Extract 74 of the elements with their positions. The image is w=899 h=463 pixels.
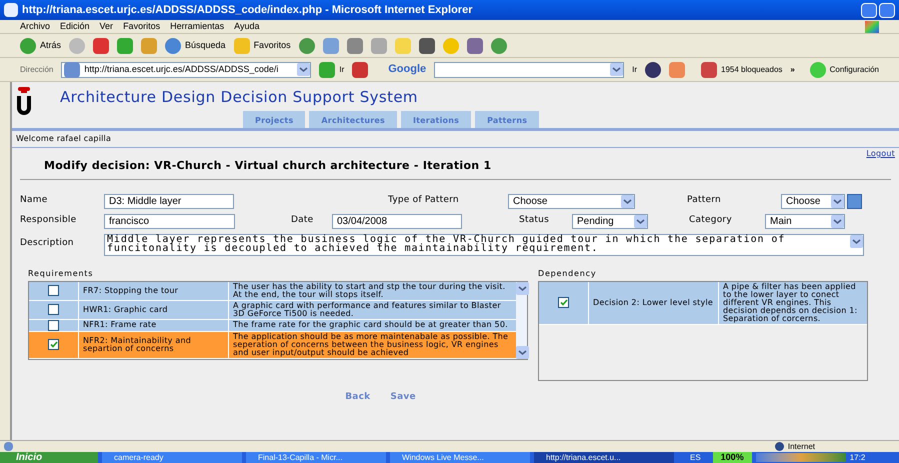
- window-title: http://triana.escet.urjc.es/ADDSS/ADDSS_code/index.php - Microsoft Internet Explorer: [22, 2, 472, 18]
- google-label: Google: [388, 62, 426, 78]
- menu-item[interactable]: Ver: [100, 20, 114, 34]
- taskbar-button[interactable]: Windows Live Messe...: [390, 452, 530, 463]
- google-go-button[interactable]: Ir: [632, 64, 638, 76]
- menu-item[interactable]: Herramientas: [170, 20, 224, 34]
- logout-link[interactable]: Logout: [866, 148, 899, 160]
- table-cell: HWR1: Graphic card: [83, 306, 168, 314]
- date-field[interactable]: 03/04/2008: [332, 214, 462, 228]
- field-label: Pattern: [687, 194, 722, 208]
- table-cell-text: NFR2: Maintainability and separtion of concerns: [83, 336, 192, 352]
- more-button[interactable]: »: [790, 64, 795, 76]
- field-label: Type of Pattern: [388, 194, 460, 208]
- field-label: Name: [20, 194, 48, 208]
- pattern-dropdown[interactable]: Choose: [781, 194, 845, 208]
- settings-button[interactable]: Configuración: [810, 62, 879, 78]
- table-row[interactable]: Decision 2: Lower level style A pipe & filter has been applied to the lower layer to conect different VR engines. This decision depends on decision 1: Separation of corcerns.: [539, 282, 867, 324]
- favorites-button[interactable]: Favoritos: [234, 38, 291, 54]
- table-cell: The frame rate for the graphic card should be at greater than 50.: [233, 320, 508, 328]
- table-cell: NFR1: Frame rate: [83, 321, 156, 329]
- taskbar-button[interactable]: camera-ready: [102, 452, 242, 463]
- page-heading: Modify decision: VR-Church - Virtual church architecture - Iteration 1: [43, 158, 492, 174]
- table-cell: A pipe & filter has been applied to the lower layer to conect different VR engines. This decision depends on decision 1: Separation of corcerns.: [723, 282, 858, 322]
- table-row[interactable]: [29, 332, 516, 358]
- address-field[interactable]: http://triana.escet.urjc.es/ADDSS/ADDSS_code/i: [61, 62, 312, 78]
- table-row[interactable]: HWR1: Graphic card A graphic card with performance and features similar to Blaster 3D GeForce Ti500 is needed.: [29, 300, 516, 320]
- table-row[interactable]: FR7: Stopping the tour The user has the ability to start and stp the tour during the visit. At the end, the tour will stops itself.: [29, 282, 516, 300]
- table-cell: The user has the ability to start and stp the tour during the visit. At the end, the tour will stops itself.: [233, 282, 506, 298]
- zone-indicator: Internet: [774, 440, 815, 452]
- table-row[interactable]: NFR1: Frame rate The frame rate for the graphic card should be at greater than 50.: [29, 320, 516, 332]
- checkbox[interactable]: [48, 320, 59, 330]
- address-label: Dirección: [20, 64, 54, 76]
- checkbox[interactable]: [48, 304, 59, 315]
- status-dropdown[interactable]: Pending: [572, 214, 648, 228]
- popup-blocker-button[interactable]: 1954 bloqueados: [701, 62, 782, 78]
- menu-item[interactable]: Ayuda: [234, 20, 260, 34]
- table-cell: Decision 2: Lower level style: [593, 298, 713, 306]
- menu-item[interactable]: Archivo: [20, 20, 50, 34]
- clock: 17:2: [850, 452, 866, 463]
- welcome-text: Welcome rafael capilla: [15, 133, 112, 145]
- category-dropdown[interactable]: Main: [765, 214, 845, 228]
- language-indicator: ES: [690, 452, 701, 463]
- field-label: Description: [20, 236, 75, 250]
- field-label: Responsible: [20, 214, 78, 228]
- checkbox[interactable]: [48, 339, 59, 350]
- checkbox[interactable]: [48, 285, 59, 296]
- description-field[interactable]: Middle layer represents the business logic of the VR-Church guided tour in which the separation of funcitonality is decoupled to achieved the maintainability requirement.: [104, 234, 864, 256]
- section-title: Dependency: [538, 268, 598, 280]
- scrollbar[interactable]: [516, 282, 527, 358]
- field-label: Date: [291, 214, 314, 228]
- pattern-type-dropdown[interactable]: Choose: [508, 194, 635, 208]
- go-button[interactable]: Ir: [319, 62, 344, 78]
- field-label: Status: [519, 214, 550, 228]
- taskbar-button[interactable]: http://triana.escet.u...: [534, 452, 674, 463]
- minimize-button[interactable]: [861, 2, 877, 18]
- google-search-field[interactable]: [434, 62, 624, 78]
- field-label: Category: [689, 214, 733, 228]
- menu-item[interactable]: Edición: [60, 20, 90, 34]
- maximize-button[interactable]: [879, 2, 895, 18]
- taskbar-button[interactable]: Final-13-Capilla - Micr...: [246, 452, 386, 463]
- table-cell: The application should be as more maintenabale as possible. The seperation of concerns between the business logic, VR engines and user input/output should be achieved: [233, 332, 508, 356]
- search-button[interactable]: Búsqueda: [165, 38, 226, 54]
- menu-item[interactable]: Favoritos: [123, 20, 160, 34]
- checkbox[interactable]: [558, 297, 569, 308]
- back-button[interactable]: Atrás: [20, 38, 62, 54]
- name-field[interactable]: D3: Middle layer: [104, 194, 234, 208]
- table-cell: A graphic card with performance and features similar to Blaster 3D GeForce Ti500 is needed.: [233, 300, 501, 318]
- responsible-field[interactable]: francisco: [104, 214, 235, 228]
- app-title: Architecture Design Decision Support System: [60, 87, 418, 108]
- section-title: Requirements: [28, 268, 94, 280]
- zoom-level: 100%: [712, 452, 752, 463]
- university-logo: [16, 86, 32, 116]
- table-cell: FR7: Stopping the tour: [83, 286, 178, 294]
- start-button[interactable]: Inicio: [0, 452, 98, 463]
